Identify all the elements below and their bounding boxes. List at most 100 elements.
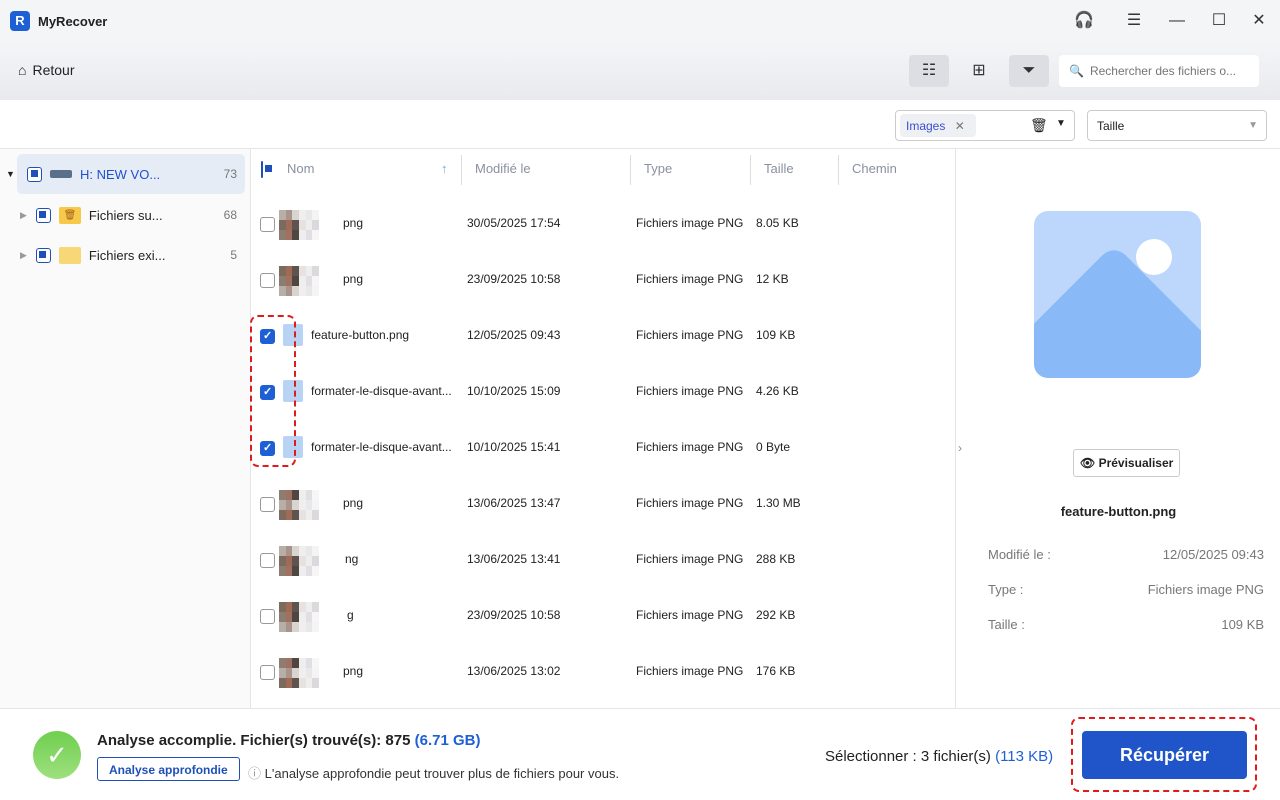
type-filter-select[interactable]: Images ✕ 🗑 ▼ — [895, 110, 1075, 141]
tree-count: 5 — [230, 248, 237, 262]
dropdown-arrow-icon: ▼ — [1248, 120, 1258, 131]
table-row[interactable]: png 13/06/2025 13:02 Fichiers image PNG … — [251, 644, 955, 700]
recycle-folder-icon: 🗑 — [58, 206, 81, 224]
file-date: 10/10/2025 15:09 — [467, 384, 561, 398]
meta-size: Taille :109 KB — [988, 617, 1264, 632]
grid-view-button[interactable]: ⊞ — [959, 55, 999, 87]
file-name: formater-le-disque-avant... — [311, 440, 452, 454]
blurred-thumbnail — [279, 266, 319, 296]
list-header: Nom ↑ Modifié le Type Taille Chemin — [251, 149, 955, 191]
select-all-checkbox[interactable] — [261, 161, 263, 178]
scan-status: Analyse accomplie. Fichier(s) trouvé(s):… — [97, 732, 481, 749]
file-date: 23/09/2025 10:58 — [467, 272, 561, 286]
expand-icon[interactable]: ▶ — [20, 210, 27, 221]
close-button[interactable]: ✕ — [1248, 10, 1270, 32]
chip-remove-icon[interactable]: ✕ — [955, 119, 965, 133]
recover-button[interactable]: Récupérer — [1082, 731, 1247, 779]
table-row[interactable]: g 23/09/2025 10:58 Fichiers image PNG 29… — [251, 588, 955, 644]
file-date: 30/05/2025 17:54 — [467, 216, 561, 230]
blurred-thumbnail — [279, 546, 319, 576]
collapse-arrow-icon[interactable]: › — [958, 441, 962, 455]
file-name: png — [343, 272, 364, 286]
column-path[interactable]: Chemin — [852, 161, 897, 176]
search-icon: 🔍 — [1069, 64, 1084, 78]
menu-icon[interactable]: ☰ — [1123, 10, 1145, 32]
table-row[interactable]: png 30/05/2025 17:54 Fichiers image PNG … — [251, 196, 955, 252]
file-type: Fichiers image PNG — [636, 216, 744, 230]
column-modified[interactable]: Modifié le — [475, 161, 531, 176]
tree-item-deleted-files[interactable]: ▶ 🗑 Fichiers su... 68 — [0, 195, 251, 235]
home-icon: ⌂ — [18, 62, 27, 78]
expand-icon[interactable]: ▶ — [20, 250, 27, 261]
deep-scan-hint: ⓘ L'analyse approfondie peut trouver plu… — [248, 766, 620, 781]
table-row[interactable]: png 23/09/2025 10:58 Fichiers image PNG … — [251, 252, 955, 308]
file-date: 13/06/2025 13:41 — [467, 552, 561, 566]
success-check-icon: ✓ — [33, 731, 81, 779]
file-size: 0 Byte — [756, 440, 791, 454]
file-size: 176 KB — [756, 664, 796, 678]
row-checkbox[interactable] — [260, 665, 275, 680]
file-date: 13/06/2025 13:02 — [467, 664, 561, 678]
toolbar: ⌂ Retour ☷ ⊞ ⏷ 🔍 — [0, 42, 1280, 100]
row-checkbox[interactable] — [260, 217, 275, 232]
table-row[interactable]: ng 13/06/2025 13:41 Fichiers image PNG 2… — [251, 532, 955, 588]
file-date: 12/05/2025 09:43 — [467, 328, 561, 342]
file-type: Fichiers image PNG — [636, 608, 744, 622]
table-row[interactable]: formater-le-disque-avant... 10/10/2025 1… — [251, 364, 955, 420]
file-type: Fichiers image PNG — [636, 272, 744, 286]
file-type: Fichiers image PNG — [636, 440, 744, 454]
expand-icon[interactable]: ▼ — [6, 169, 15, 179]
table-row[interactable]: png 13/06/2025 13:47 Fichiers image PNG … — [251, 476, 955, 532]
selection-highlight — [250, 315, 296, 467]
size-select-value: Taille — [1097, 119, 1125, 133]
file-name: png — [343, 664, 364, 678]
tree-item-drive[interactable]: ▼ H: NEW VO... 73 — [6, 154, 245, 194]
filter-chip: Images ✕ — [900, 114, 976, 137]
back-button[interactable]: ⌂ Retour — [18, 62, 75, 78]
filter-button[interactable]: ⏷ — [1009, 55, 1049, 87]
file-size: 1.30 MB — [756, 496, 801, 510]
file-name: png — [343, 496, 364, 510]
table-row[interactable]: formater-le-disque-avant... 10/10/2025 1… — [251, 420, 955, 476]
preview-panel: › 👁 Prévisualiser feature-button.png Mod… — [955, 149, 1280, 708]
chip-label: Images — [906, 119, 946, 133]
blurred-thumbnail — [279, 210, 319, 240]
sort-asc-icon[interactable]: ↑ — [441, 161, 448, 176]
dropdown-arrow-icon[interactable]: ▼ — [1056, 118, 1066, 129]
trash-icon[interactable]: 🗑 — [1030, 117, 1048, 134]
meta-type: Type : Fichiers image PNG — [988, 582, 1264, 597]
headset-icon[interactable]: 🎧 — [1073, 10, 1095, 32]
tree-checkbox[interactable] — [35, 247, 51, 263]
list-view-button[interactable]: ☷ — [909, 55, 949, 87]
preview-button-label: Prévisualiser — [1098, 456, 1174, 470]
minimize-button[interactable]: — — [1166, 10, 1188, 32]
blurred-thumbnail — [279, 602, 319, 632]
sidebar-tree: ▼ H: NEW VO... 73 ▶ 🗑 Fichiers su... 68 … — [0, 149, 251, 708]
row-checkbox[interactable] — [260, 609, 275, 624]
deep-scan-button[interactable]: Analyse approfondie — [97, 757, 240, 781]
app-logo: R — [10, 11, 30, 31]
preview-filename: feature-button.png — [1060, 504, 1177, 519]
file-type: Fichiers image PNG — [636, 496, 744, 510]
column-size[interactable]: Taille — [764, 161, 794, 176]
tree-item-existing-files[interactable]: ▶ Fichiers exi... 5 — [0, 235, 251, 275]
column-name[interactable]: Nom — [287, 161, 314, 176]
file-size: 12 KB — [756, 272, 789, 286]
tree-checkbox[interactable] — [35, 207, 51, 223]
tree-count: 73 — [223, 167, 237, 181]
preview-button[interactable]: 👁 Prévisualiser — [1073, 449, 1181, 477]
file-date: 23/09/2025 10:58 — [467, 608, 561, 622]
search-box[interactable]: 🔍 — [1059, 55, 1259, 87]
column-type[interactable]: Type — [644, 161, 672, 176]
search-input[interactable] — [1089, 64, 1259, 78]
tree-count: 68 — [223, 208, 237, 222]
tree-checkbox[interactable] — [27, 166, 42, 182]
status-footer: ✓ Analyse accomplie. Fichier(s) trouvé(s… — [0, 708, 1280, 800]
row-checkbox[interactable] — [260, 273, 275, 288]
maximize-button[interactable]: ☐ — [1208, 10, 1230, 32]
table-row[interactable]: feature-button.png 12/05/2025 09:43 Fich… — [251, 308, 955, 364]
row-checkbox[interactable] — [260, 553, 275, 568]
file-type: Fichiers image PNG — [636, 552, 744, 566]
row-checkbox[interactable] — [260, 497, 275, 512]
size-filter-select[interactable]: Taille ▼ — [1087, 110, 1267, 141]
